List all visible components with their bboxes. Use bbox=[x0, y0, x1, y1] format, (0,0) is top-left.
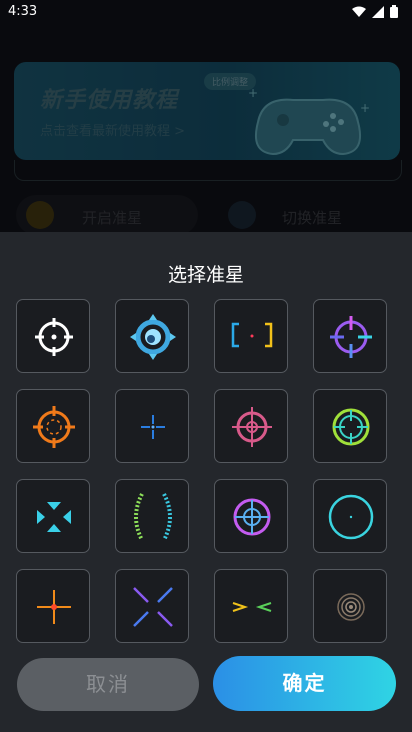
crosshair-option[interactable] bbox=[214, 299, 288, 373]
crosshair-cyan-ring-icon bbox=[328, 494, 374, 540]
crosshair-option[interactable] bbox=[115, 479, 189, 553]
wifi-icon bbox=[352, 6, 366, 17]
crosshair-option[interactable] bbox=[16, 389, 90, 463]
crosshair-orange-plus-icon bbox=[37, 590, 71, 624]
status-bar: 4:33 bbox=[0, 0, 412, 24]
crosshair-bracket-icon bbox=[231, 322, 273, 348]
crosshair-option[interactable] bbox=[214, 479, 288, 553]
crosshair-option[interactable] bbox=[115, 389, 189, 463]
sheet-title: 选择准星 bbox=[167, 264, 244, 286]
signal-icon bbox=[372, 5, 384, 18]
battery-icon bbox=[390, 5, 398, 18]
crosshair-grid bbox=[16, 299, 394, 644]
status-time: 4:33 bbox=[8, 4, 38, 19]
crosshair-green-circle-icon bbox=[332, 408, 370, 446]
confirm-button[interactable]: 确定 bbox=[213, 656, 396, 711]
crosshair-blue-cross-icon bbox=[141, 415, 165, 439]
crosshair-option[interactable] bbox=[16, 479, 90, 553]
crosshair-chevrons-icon bbox=[232, 602, 272, 612]
crosshair-cyan-arrows-icon bbox=[37, 502, 71, 532]
crosshair-blue-ring-icon bbox=[130, 314, 176, 360]
status-icons bbox=[352, 5, 398, 18]
crosshair-pink-circle-icon bbox=[232, 407, 272, 447]
crosshair-gradient-circle-icon bbox=[330, 316, 372, 358]
crosshair-option[interactable] bbox=[16, 569, 90, 643]
crosshair-option[interactable] bbox=[214, 569, 288, 643]
crosshair-orange-circle-icon bbox=[33, 406, 75, 448]
dim-overlay[interactable] bbox=[0, 0, 412, 232]
crosshair-option[interactable] bbox=[313, 389, 387, 463]
crosshair-picker-sheet: 选择准星 取消 确定 bbox=[0, 232, 412, 732]
crosshair-option[interactable] bbox=[16, 299, 90, 373]
crosshair-option[interactable] bbox=[214, 389, 288, 463]
cancel-button[interactable]: 取消 bbox=[17, 658, 199, 711]
crosshair-option[interactable] bbox=[313, 479, 387, 553]
crosshair-target-rings-icon bbox=[337, 593, 365, 621]
crosshair-purple-circle-icon bbox=[233, 498, 271, 536]
crosshair-purple-x-icon bbox=[133, 587, 173, 627]
crosshair-green-brackets-icon bbox=[134, 493, 172, 541]
crosshair-option[interactable] bbox=[313, 569, 387, 643]
crosshair-option[interactable] bbox=[115, 299, 189, 373]
crosshair-option[interactable] bbox=[115, 569, 189, 643]
crosshair-white-circle-icon bbox=[35, 318, 73, 356]
crosshair-option[interactable] bbox=[313, 299, 387, 373]
